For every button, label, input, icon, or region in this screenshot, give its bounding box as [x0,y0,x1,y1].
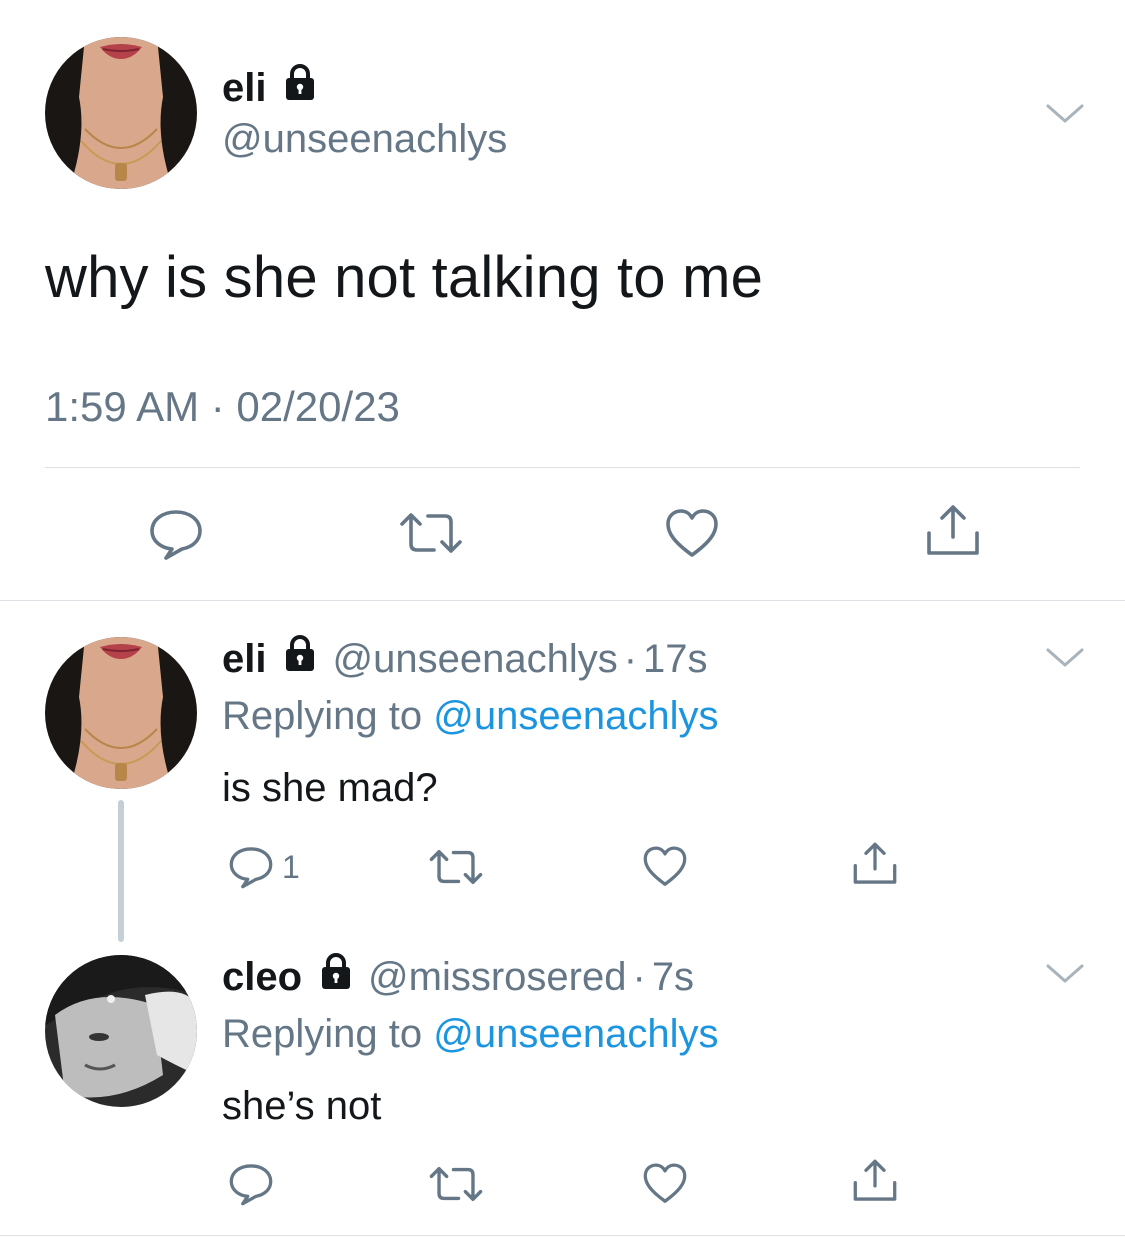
author-name[interactable]: eli [222,62,320,114]
lock-icon [316,951,356,1003]
reply-author-handle[interactable]: @unseenachlys [332,634,617,684]
tweet-text: why is she not talking to me [45,245,764,310]
replying-to-prefix: Replying to [222,694,434,738]
lock-icon [280,633,320,685]
heart-icon [666,509,718,557]
retweet-button[interactable] [398,510,464,556]
avatar-eli[interactable] [45,637,197,789]
reply-text: she’s not [222,1084,382,1128]
reply-button[interactable] [228,1162,274,1206]
separator-dot: · [623,637,638,681]
mention-link[interactable]: @unseenachlys [433,694,718,738]
avatar-eli[interactable] [45,37,197,189]
share-button[interactable] [852,841,898,887]
share-icon [853,842,897,884]
reply-header: cleo @missrosered · 7s [222,951,694,1003]
like-button[interactable] [642,845,688,889]
reply-text: is she mad? [222,766,438,810]
retweet-icon [429,850,483,884]
mention-link[interactable]: @unseenachlys [433,1012,718,1056]
divider [45,467,1080,468]
author-handle[interactable]: @unseenachlys [222,114,507,164]
chevron-down-icon[interactable] [1045,962,1085,986]
share-icon [853,1159,897,1201]
replying-to-prefix: Replying to [222,1012,434,1056]
reply-time[interactable]: 7s [652,952,694,1002]
replying-to: Replying to @unseenachlys [222,1009,718,1059]
separator-dot: · [632,955,646,999]
heart-icon [643,1163,687,1203]
author-name-text[interactable]: eli [222,63,266,113]
share-button[interactable] [852,1158,898,1204]
lock-icon [280,62,320,114]
share-icon [927,505,979,555]
retweet-icon [400,513,462,553]
chevron-down-icon[interactable] [1045,102,1085,126]
like-button[interactable] [642,1162,688,1206]
retweet-button[interactable] [428,1164,484,1204]
reply-author-name[interactable]: cleo [222,952,302,1002]
retweet-button[interactable] [428,847,484,887]
thread-line [118,800,124,942]
share-button[interactable] [925,503,981,559]
reply-time[interactable]: 17s [643,634,708,684]
speech-bubble-icon [229,1164,273,1206]
speech-bubble-icon [150,510,202,560]
speech-bubble-icon [229,847,273,889]
retweet-icon [429,1167,483,1201]
chevron-down-icon[interactable] [1045,646,1085,670]
reply-header: eli @unseenachlys · 17s [222,633,708,685]
reply-button[interactable] [148,508,204,560]
like-button[interactable] [664,508,720,560]
replying-to: Replying to @unseenachlys [222,691,718,741]
reply-button[interactable]: 1 [228,845,300,889]
reply-count: 1 [282,849,300,885]
avatar-cleo[interactable] [45,955,197,1107]
reply-author-name[interactable]: eli [222,634,266,684]
tweet-timestamp[interactable]: 1:59 AM · 02/20/23 [45,380,400,434]
divider [0,600,1125,601]
divider [0,1235,1125,1236]
heart-icon [643,846,687,886]
reply-author-handle[interactable]: @missrosered [368,952,626,1002]
